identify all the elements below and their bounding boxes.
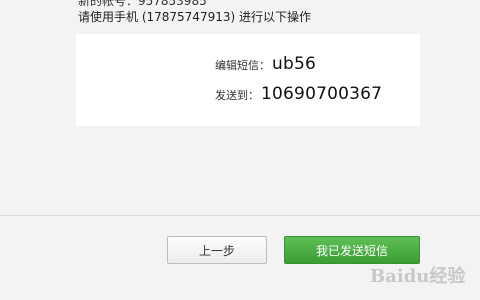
send-to-label: 发送到： xyxy=(215,89,259,102)
send-to-row: 发送到： 10690700367 xyxy=(215,84,382,104)
baidu-watermark: Baidu经验 xyxy=(364,252,476,292)
footer-divider xyxy=(0,215,480,216)
edit-sms-value: ub56 xyxy=(272,54,316,74)
instruction-text: 请使用手机 (17875747913) 进行以下操作 xyxy=(78,10,311,24)
sms-verification-dialog: 新的帐号：957853985 请使用手机 (17875747913) 进行以下操… xyxy=(0,0,480,300)
edit-sms-label: 编辑短信： xyxy=(215,59,270,72)
edit-sms-row: 编辑短信： ub56 xyxy=(215,54,316,74)
previous-step-button[interactable]: 上一步 xyxy=(167,236,267,264)
send-to-number: 10690700367 xyxy=(261,84,383,104)
sms-info-panel: 编辑短信： ub56 发送到： 10690700367 xyxy=(76,34,420,126)
watermark-text: Baidu经验 xyxy=(370,266,466,287)
